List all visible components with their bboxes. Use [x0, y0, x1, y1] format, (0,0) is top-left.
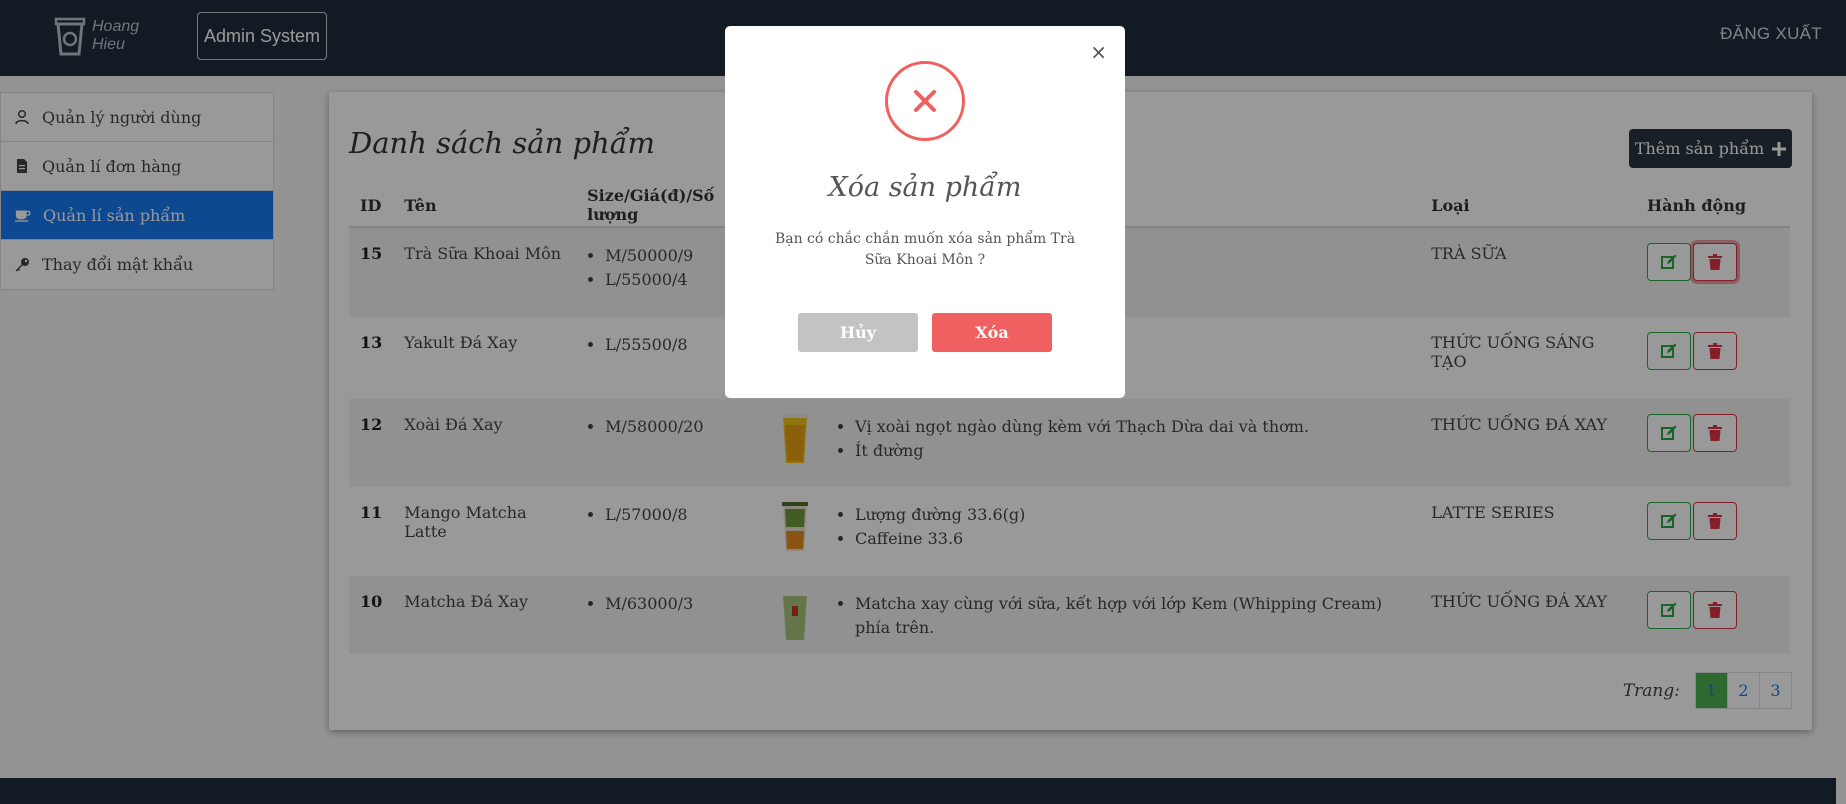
cancel-button[interactable]: Hủy [798, 313, 918, 352]
confirm-delete-button[interactable]: Xóa [932, 313, 1052, 352]
dialog-message: Bạn có chắc chắn muốn xóa sản phẩm Trà S… [774, 231, 1076, 268]
close-icon[interactable]: × [1090, 42, 1107, 62]
dialog-title: Xóa sản phẩm [828, 172, 1022, 203]
delete-confirm-dialog: × Xóa sản phẩm Bạn có chắc chắn muốn xóa… [725, 26, 1125, 398]
x-mark-icon [914, 90, 936, 112]
error-icon [885, 61, 965, 141]
